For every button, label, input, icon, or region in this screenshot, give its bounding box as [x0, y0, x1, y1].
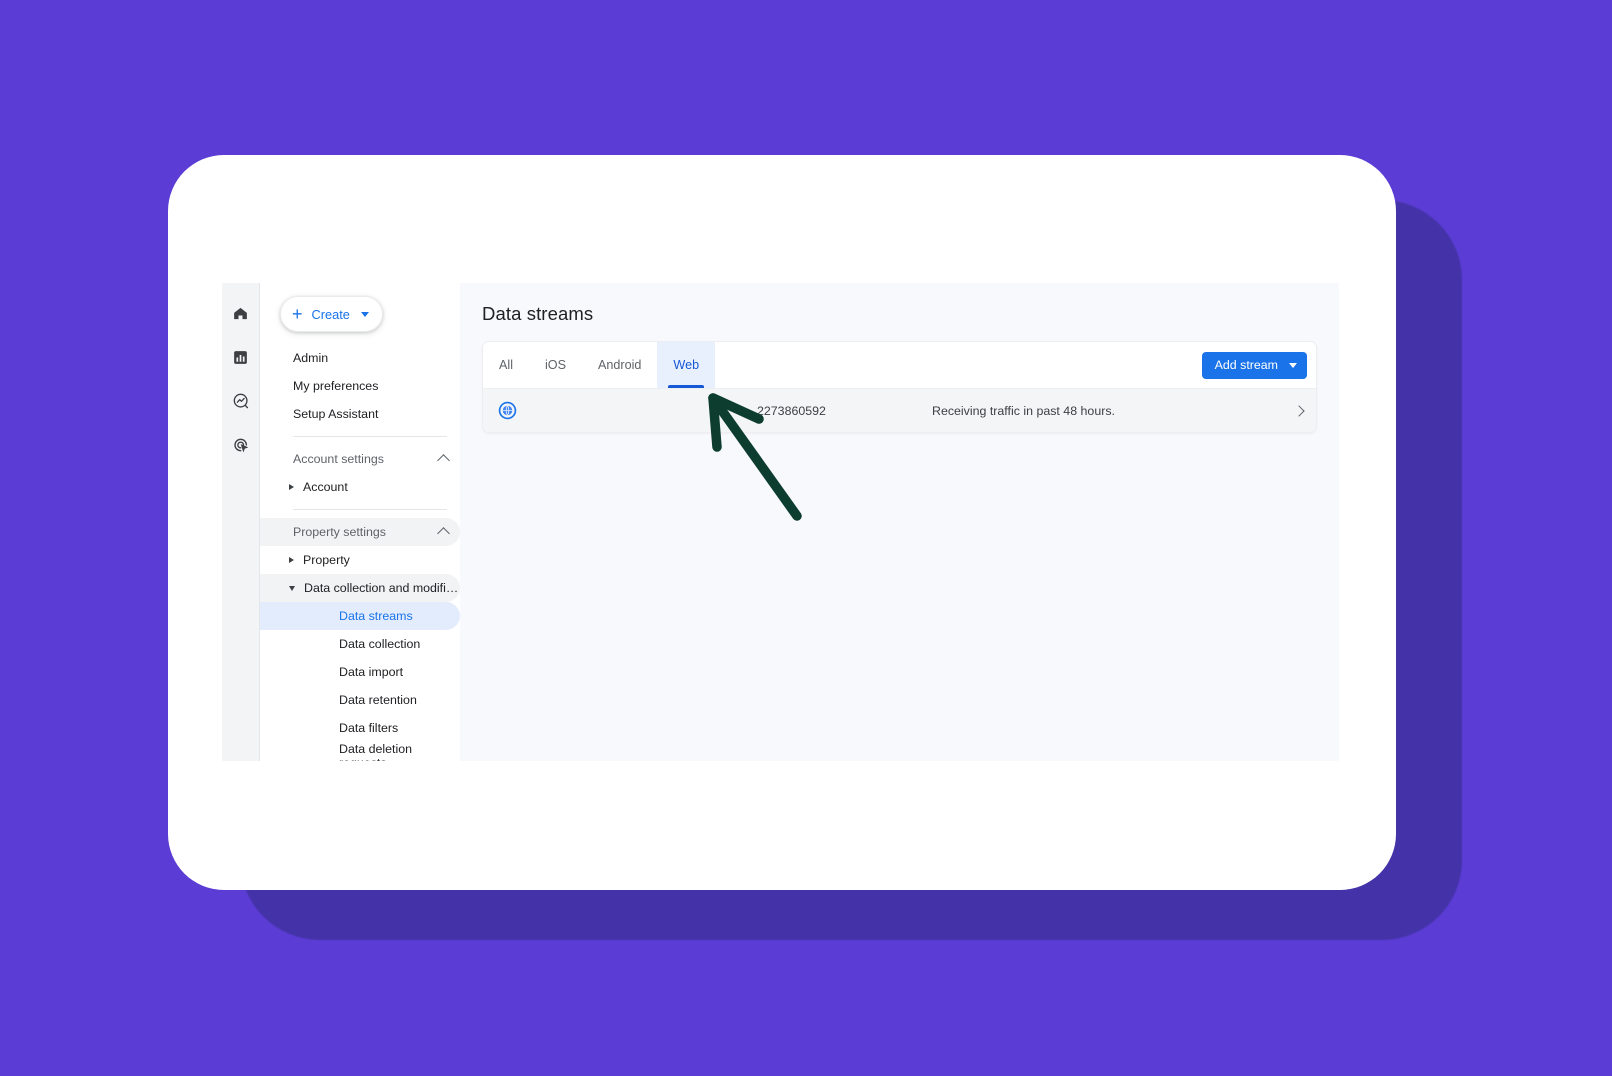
tab-label: iOS [545, 358, 566, 372]
sidebar-tree-property[interactable]: Property [260, 546, 460, 574]
stream-status-cell: Receiving traffic in past 48 hours. [932, 403, 1115, 418]
triangle-right-icon [289, 484, 294, 490]
sidebar-item-label: Data filters [339, 721, 399, 735]
chevron-up-icon [437, 527, 450, 540]
sidebar-item-data-deletion-requests[interactable]: Data deletion requests [260, 742, 460, 761]
left-icon-rail [222, 283, 260, 761]
chevron-down-icon [360, 311, 369, 317]
tab-ios[interactable]: iOS [529, 342, 582, 388]
add-stream-button-label: Add stream [1214, 358, 1278, 372]
sidebar-item-label: My preferences [293, 379, 379, 393]
stream-type-tabs: All iOS Android Web [483, 342, 716, 388]
sidebar-top-nav: Admin My preferences Setup Assistant [260, 342, 460, 428]
admin-sidebar: + Create Admin My preferences Setup Assi… [260, 283, 460, 761]
tab-label: Web [673, 358, 700, 372]
chevron-up-icon [437, 454, 450, 467]
tab-web[interactable]: Web [657, 342, 716, 388]
globe-icon [498, 401, 526, 420]
sidebar-item-setup-assistant[interactable]: Setup Assistant [260, 400, 460, 428]
section-header-label: Property settings [293, 525, 386, 539]
row-open-button[interactable] [1285, 404, 1305, 417]
sidebar-divider-2 [293, 509, 447, 510]
sidebar-tree-label: Property [303, 553, 350, 567]
advertising-target-icon[interactable] [229, 433, 253, 457]
add-stream-button[interactable]: Add stream [1201, 351, 1307, 379]
chevron-down-icon [1289, 362, 1297, 368]
reports-bar-chart-icon[interactable] [229, 345, 253, 369]
chevron-right-icon [1293, 404, 1305, 417]
sidebar-item-data-streams[interactable]: Data streams [260, 602, 460, 630]
create-button-container: + Create [260, 283, 460, 342]
sidebar-item-data-filters[interactable]: Data filters [260, 714, 460, 742]
stream-id-cell: 2273860592 [757, 403, 826, 418]
sidebar-item-label: Setup Assistant [293, 407, 379, 421]
create-button-label: Create [311, 306, 350, 322]
analytics-app-screenshot: + Create Admin My preferences Setup Assi… [222, 283, 1339, 761]
triangle-right-icon [289, 557, 294, 563]
sidebar-tree-data-collection-and-modification[interactable]: Data collection and modifica… [260, 574, 460, 602]
section-header-account-settings[interactable]: Account settings [260, 445, 460, 473]
sidebar-item-label: Data retention [339, 693, 417, 707]
main-content: Data streams All iOS Android Web Add str… [460, 283, 1339, 761]
create-button[interactable]: + Create [280, 296, 383, 332]
sidebar-tree-label: Data collection and modifica… [304, 581, 460, 595]
sidebar-item-data-retention[interactable]: Data retention [260, 686, 460, 714]
page-title: Data streams [482, 303, 594, 324]
tab-all[interactable]: All [483, 342, 529, 388]
stream-type-tabs-row: All iOS Android Web Add stream [483, 342, 1316, 389]
sidebar-item-label: Data collection [339, 637, 421, 651]
sidebar-item-label: Data deletion requests [339, 742, 413, 761]
sidebar-tree-label: Account [303, 480, 348, 494]
sidebar-item-data-import[interactable]: Data import [260, 658, 460, 686]
sidebar-item-label: Data streams [339, 609, 413, 623]
sidebar-item-my-preferences[interactable]: My preferences [260, 372, 460, 400]
sidebar-item-data-collection[interactable]: Data collection [260, 630, 460, 658]
sidebar-item-label: Data import [339, 665, 404, 679]
sidebar-divider-1 [293, 436, 447, 437]
explore-trend-icon[interactable] [229, 389, 253, 413]
section-header-property-settings[interactable]: Property settings [260, 518, 460, 546]
table-row[interactable]: 2273860592 Receiving traffic in past 48 … [483, 389, 1316, 432]
data-streams-card: All iOS Android Web Add stream 227386059… [482, 341, 1317, 433]
home-icon[interactable] [229, 301, 253, 325]
tab-label: Android [598, 358, 642, 372]
tab-android[interactable]: Android [582, 342, 657, 388]
sidebar-item-label: Admin [293, 351, 329, 365]
triangle-down-icon [289, 585, 295, 591]
section-header-label: Account settings [293, 452, 384, 466]
tab-label: All [499, 358, 513, 372]
sidebar-item-admin[interactable]: Admin [260, 344, 460, 372]
plus-icon: + [292, 304, 303, 324]
sidebar-tree-account[interactable]: Account [260, 473, 460, 501]
